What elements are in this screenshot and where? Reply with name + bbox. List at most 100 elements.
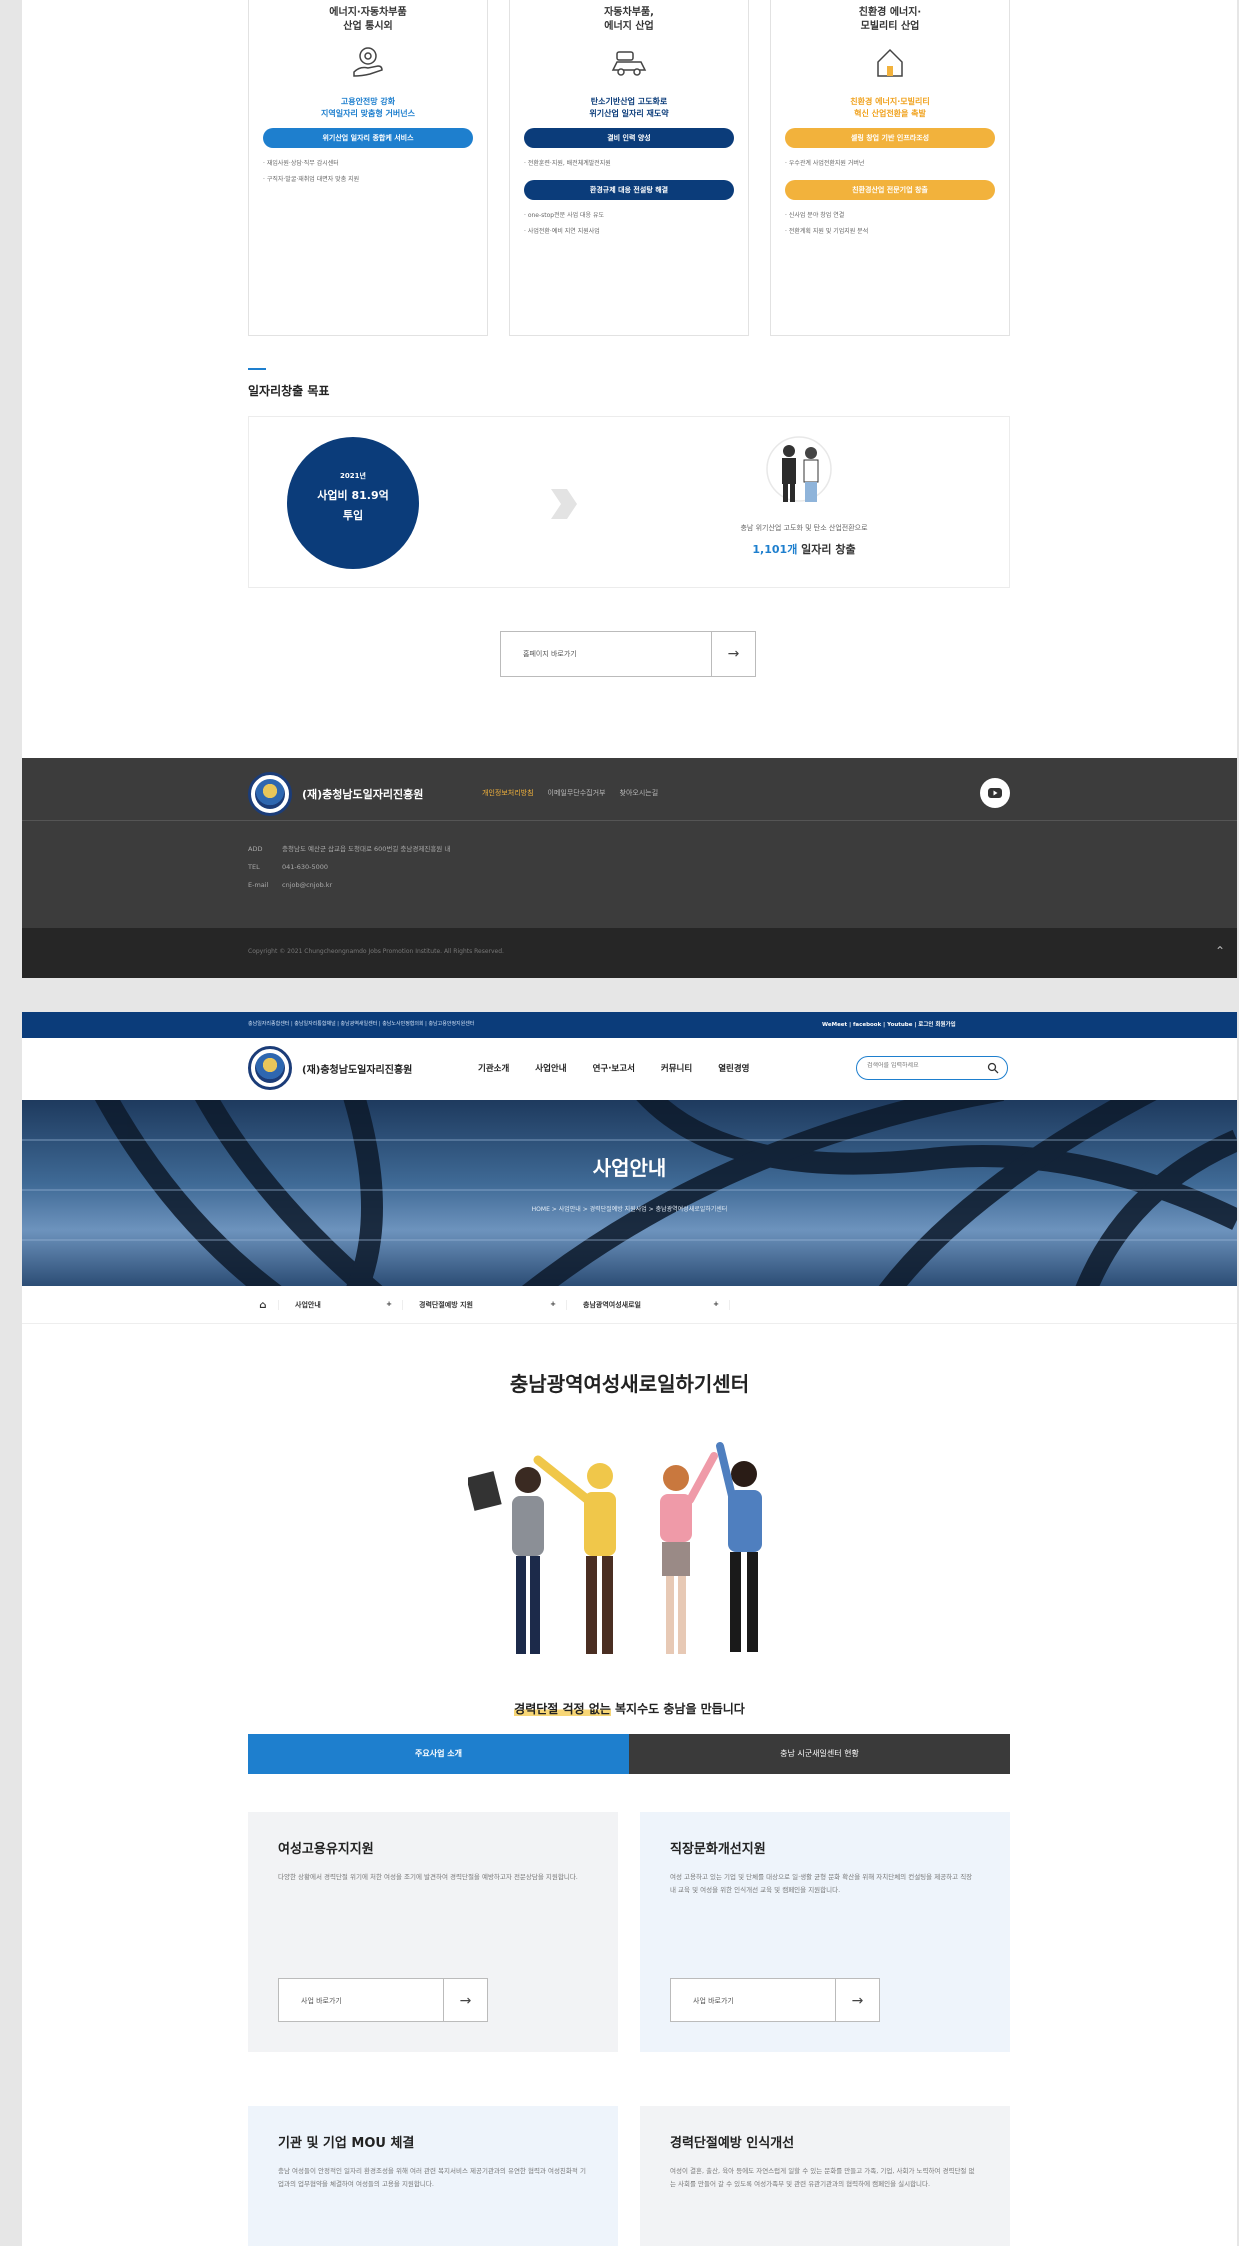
goal-description: 충남 위기산업 고도화 및 탄소 산업전환으로 [740, 524, 868, 532]
working-women-illustration [468, 1442, 762, 1654]
search-icon[interactable] [987, 1062, 999, 1074]
bullet-item: 신사업 분야 창업 연결 [785, 208, 995, 224]
subnav-depth3[interactable]: 충남광역여성새로일 + [566, 1300, 730, 1310]
page-title: 충남광역여성새로일하기센터 [509, 1372, 750, 1396]
footer-divider [22, 820, 1237, 821]
goal-budget-suffix: 투입 [342, 509, 364, 522]
family-site-links[interactable]: 충남일자리종합센터 | 충남일자리통합채널 | 충남광역새일센터 | 충남노사민… [248, 1020, 474, 1027]
youtube-button[interactable] [980, 778, 1010, 808]
goal-jobs-suffix: 일자리 창출 [797, 543, 856, 556]
column-pill: 셀링 창업 기반 인프라조성 [785, 128, 995, 148]
business-card: 경력단절예방 인식개선 여성이 결혼, 출산, 육아 등에도 자연스럽게 일할 … [640, 2106, 1010, 2246]
scroll-top-button[interactable]: ⌃ [1215, 944, 1225, 958]
house-icon [877, 48, 903, 77]
arrow-right-icon [551, 489, 577, 519]
sns-links[interactable]: WeMeet | facebook | Youtube | 로그인 회원가입 [822, 1020, 956, 1028]
column-title: 친환경 에너지· 모빌리티 산업 [858, 7, 922, 32]
card-title: 여성고용유지지원 [278, 1842, 374, 1857]
tab-bar: 주요사업 소개 충남 시군새일센터 현황 [248, 1734, 1010, 1774]
goal-year: 2021년 [340, 472, 366, 480]
arrow-right-icon: → [835, 1979, 879, 2021]
plus-icon: + [713, 1300, 719, 1308]
subnav-depth2[interactable]: 경력단절예방 지원 + [402, 1300, 566, 1310]
subnav-row: ⌂ 사업안내 + 경력단절예방 지원 + 충남광역여성새로일 + [248, 1286, 730, 1324]
goal-section-title: 일자리창출 목표 [248, 384, 330, 398]
menu-item-about[interactable]: 기관소개 [478, 1062, 509, 1074]
home-icon[interactable]: ⌂ [248, 1300, 278, 1311]
column-title: 자동차부품, 에너지 산업 [604, 7, 654, 32]
homepage-link-button[interactable]: 홈페이지 바로가기 → [500, 631, 756, 677]
tab-main-business[interactable]: 주요사업 소개 [248, 1734, 629, 1774]
industry-column-1: 에너지·자동차부품 산업 통시외 고용안전망 강화 지역일자리 맞춤형 거버넌스 위… [248, 0, 488, 336]
footer-email-value: cnjob@cnjob.kr [282, 881, 333, 889]
header-org-name: (재)충청남도일자리진흥원 [302, 1064, 413, 1076]
subnav-depth2-label: 경력단절예방 지원 [419, 1301, 473, 1309]
column-bullets: one-stop전문 사업 대응 유도 사업전환·예비 지연 지원사업 [510, 200, 748, 240]
column-pill: 환경규제 대응 전설탕 해결 [524, 180, 734, 200]
bullet-item: 전환계획 지원 및 기업지원 분석 [785, 224, 995, 240]
tab-city-centers[interactable]: 충남 시군새일센터 현황 [629, 1734, 1010, 1774]
bullet-item: 구직자·발굴·재취업 대면자 맞춤 지원 [263, 172, 473, 188]
breadcrumb: HOME > 사업안내 > 경력단절예방 지원사업 > 충남광역여성새로일하기센… [531, 1206, 728, 1213]
homepage-link-label: 홈페이지 바로가기 [523, 650, 577, 658]
card-detail-button[interactable]: 사업 바로가기 → [278, 1978, 488, 2022]
column-bullets: 신사업 분야 창업 연결 전환계획 지원 및 기업지원 분석 [771, 200, 1009, 240]
goal-result: 1,101개 일자리 창출 [669, 541, 939, 557]
handshake-people-icon [766, 436, 832, 502]
hero-title: 사업안내 [592, 1156, 667, 1180]
menu-item-business[interactable]: 사업안내 [535, 1062, 566, 1074]
tagline-rest: 복지수도 충남을 만듭니다 [610, 1702, 745, 1716]
bullet-item: one-stop전문 사업 대응 유도 [524, 208, 734, 224]
card-title: 직장문화개선지원 [670, 1842, 766, 1857]
menu-item-open-management[interactable]: 열린경영 [718, 1062, 749, 1074]
youtube-icon [988, 788, 1002, 798]
column-title: 에너지·자동차부품 산업 통시외 [329, 7, 407, 32]
industry-column-3: 친환경 에너지· 모빌리티 산업 친환경 에너지·모빌리티 혁신 산업전환을 촉발 … [770, 0, 1010, 336]
business-page-top-screenshot: 에너지·자동차부품 산업 통시외 고용안전망 강화 지역일자리 맞춤형 거버넌스 위… [22, 0, 1237, 978]
goal-budget: 사업비 81.9억 [317, 489, 389, 502]
footer-email-label: E-mail [248, 881, 269, 889]
footer-link-email-policy[interactable]: 이메일무단수집거부 [548, 788, 606, 798]
column-subtitle: 친환경 에너지·모빌리티 혁신 산업전환을 촉발 [850, 97, 930, 118]
tagline-highlight: 경력단절 걱정 없는 [514, 1702, 611, 1716]
footer-link-directions[interactable]: 찾아오시는길 [620, 788, 659, 798]
card-detail-button[interactable]: 사업 바로가기 → [670, 1978, 880, 2022]
goal-circle: 2021년 사업비 81.9억 투입 [287, 437, 419, 569]
search-box[interactable] [856, 1056, 1008, 1080]
footer-links: 개인정보처리방침 이메일무단수집거부 찾아오시는길 [482, 788, 658, 798]
footer: (재)충청남도일자리진흥원 개인정보처리방침 이메일무단수집거부 찾아오시는길 … [22, 758, 1237, 928]
logo-emblem-icon [248, 1046, 292, 1090]
women-center-page-screenshot: 충남일자리종합센터 | 충남일자리통합채널 | 충남광역새일센터 | 충남노사민… [22, 1012, 1237, 2246]
footer-tel-value: 041-630-5000 [282, 863, 329, 871]
industry-column-2: 자동차부품, 에너지 산업 탄소기반산업 고도화로 위기산업 일자리 재도약 결비 … [509, 0, 749, 336]
card-description: 여성이 결혼, 출산, 육아 등에도 자연스럽게 일할 수 있는 문화를 만들고… [670, 2167, 975, 2188]
card-description: 여성 고용하고 있는 기업 및 단체를 대상으로 일·생활 균형 문화 확산을 … [670, 1873, 973, 1894]
header-logo[interactable]: (재)충청남도일자리진흥원 [248, 1046, 412, 1090]
card-title: 경력단절예방 인식개선 [670, 2136, 795, 2151]
card-title: 기관 및 기업 MOU 체결 [278, 2136, 415, 2151]
card-button-label: 사업 바로가기 [301, 1997, 342, 2005]
footer-logo[interactable]: (재)충청남도일자리진흥원 [248, 772, 423, 816]
footer-info: ADD 충청남도 예산군 삽교읍 도청대로 600번길 충남경제진흥원 내 TEL… [248, 840, 450, 894]
menu-item-community[interactable]: 커뮤니티 [661, 1062, 692, 1074]
subnav-depth1[interactable]: 사업안내 + [278, 1300, 402, 1310]
column-pill: 결비 인력 양성 [524, 128, 734, 148]
main-header: (재)충청남도일자리진흥원 기관소개 사업안내 연구·보고서 커뮤니티 열린경영 [22, 1038, 1237, 1100]
column-pill: 친환경산업 전문기업 창출 [785, 180, 995, 200]
footer-link-privacy[interactable]: 개인정보처리방침 [482, 788, 534, 798]
goal-box: 2021년 사업비 81.9억 투입 충남 위기산업 고도화 및 탄소 산업전환… [248, 416, 1010, 588]
footer-addr-value: 충청남도 예산군 삽교읍 도청대로 600번길 충남경제진흥원 내 [282, 845, 451, 853]
hand-gear-icon [353, 47, 383, 77]
arrow-right-icon: → [443, 1979, 487, 2021]
column-pill: 위기산업 일자리 종합케 서비스 [263, 128, 473, 148]
car-icon [611, 51, 647, 76]
menu-item-research[interactable]: 연구·보고서 [593, 1062, 635, 1074]
goal-jobs-count: 1,101개 [752, 543, 798, 556]
subnav-depth3-label: 충남광역여성새로일 [583, 1301, 641, 1309]
business-card: 기관 및 기업 MOU 체결 충남 여성들이 안정적인 일자리 환경조성을 위해… [248, 2106, 618, 2246]
column-bullets: 전환훈련·지원, 배전체계발전지원 [510, 148, 748, 172]
search-input[interactable] [867, 1062, 977, 1069]
bullet-item: 전환훈련·지원, 배전체계발전지원 [524, 156, 734, 172]
business-card: 여성고용유지지원 다양한 상황에서 경력단절 위기에 처한 여성을 조기에 발견… [248, 1812, 618, 2052]
footer-tel-label: TEL [248, 863, 260, 871]
